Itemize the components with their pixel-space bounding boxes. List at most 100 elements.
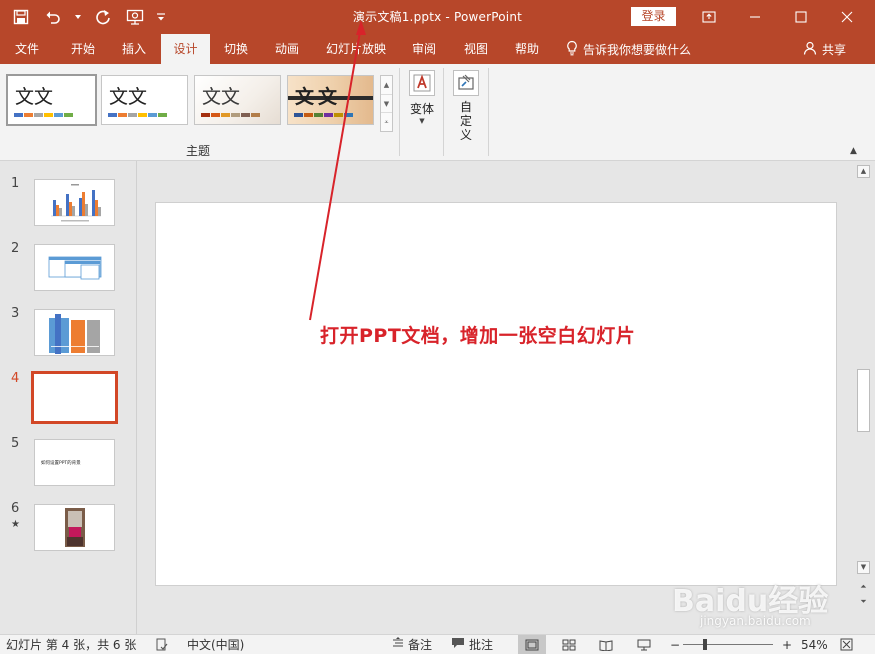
thumbnail-title-text: 如何设置PPT的背景 (41, 461, 81, 466)
themes-group-label: 主题 (186, 144, 211, 158)
close-icon[interactable] (824, 0, 870, 34)
slide-number: 1 (11, 176, 20, 191)
slide-number: 6 (11, 501, 20, 516)
theme-sample-text: 文文 (109, 86, 148, 108)
slide-number: 2 (11, 241, 20, 256)
theme-wood[interactable]: 文文 (287, 75, 374, 125)
tab-help[interactable]: 帮助 (504, 34, 550, 64)
scroll-up-icon[interactable]: ▲ (857, 165, 870, 178)
slide-thumbnail-6[interactable] (34, 504, 115, 551)
theme-facet[interactable]: 文文 (194, 75, 281, 125)
ribbon-display-options-icon[interactable] (686, 0, 732, 34)
customize-button[interactable]: 自定义 (448, 70, 484, 142)
zoom-slider-thumb[interactable] (703, 639, 707, 650)
comments-button[interactable]: 批注 (451, 635, 493, 654)
theme-office[interactable]: 文文 (6, 74, 97, 126)
ribbon-design: 文文 文文 文文 文文 ▲ ▼ ⩡ 主题 变体 ▼ 自定义 ▲ (0, 64, 875, 161)
current-slide-canvas[interactable] (155, 202, 837, 586)
slide-thumbnail-pane: 1 2 3 4 5 如何设置PPT的背景 6 ★ (0, 161, 137, 634)
tell-me-text: 告诉我你想要做什么 (583, 42, 692, 57)
comments-label: 批注 (469, 638, 494, 652)
themes-gallery-scroll[interactable]: ▲ ▼ ⩡ (380, 75, 393, 132)
title-bar: 演示文稿1.pptx - PowerPoint 登录 (0, 0, 875, 34)
zoom-slider[interactable] (683, 644, 773, 645)
tab-transitions[interactable]: 切换 (213, 34, 259, 64)
diagram-thumbnail-graphic (48, 256, 102, 280)
ribbon-tabs: 文件 开始 插入 设计 切换 动画 幻灯片放映 审阅 视图 帮助 告诉我你想要做… (0, 34, 875, 64)
theme-color-bars (294, 113, 353, 117)
status-bar: 幻灯片 第 4 张，共 6 张 中文(中国) 备注 批注 − + 54% (0, 634, 875, 654)
ribbon-separator (488, 68, 489, 156)
theme-sample-text: 文文 (202, 86, 241, 108)
next-slide-icon[interactable]: ⏷ (857, 596, 870, 609)
tab-insert[interactable]: 插入 (109, 34, 159, 64)
tab-view[interactable]: 视图 (453, 34, 499, 64)
slide-thumbnail-4-selected[interactable] (31, 371, 118, 424)
previous-slide-icon[interactable]: ⏶ (857, 581, 870, 594)
slide-number: 5 (11, 436, 20, 451)
notes-label: 备注 (408, 638, 433, 652)
theme-sample-text: 文文 (15, 86, 54, 108)
share-label: 共享 (822, 42, 847, 57)
lightbulb-icon (566, 40, 578, 59)
customize-label: 自定义 (459, 100, 472, 142)
animation-marker-icon: ★ (11, 519, 20, 530)
variants-button[interactable]: 变体 ▼ (404, 70, 440, 125)
share-button[interactable]: 共享 (803, 34, 846, 64)
vertical-scrollbar[interactable]: ▲ ▼ ⏶ ⏷ (855, 161, 872, 634)
chevron-down-icon: ▼ (419, 117, 425, 125)
slide-thumbnail-3[interactable] (34, 309, 115, 356)
theme-color-bars (108, 113, 167, 117)
photo-thumbnail-graphic (65, 508, 85, 547)
person-icon (803, 41, 817, 58)
slide-counter: 幻灯片 第 4 张，共 6 张 (6, 638, 137, 652)
theme-office-2[interactable]: 文文 (101, 75, 188, 125)
zoom-out-icon[interactable]: − (670, 635, 680, 654)
annotation-text: 打开PPT文档，增加一张空白幻灯片 (320, 325, 636, 347)
gallery-up-icon[interactable]: ▲ (381, 76, 392, 95)
spell-check-icon[interactable] (155, 635, 169, 654)
slide-thumbnail-5[interactable]: 如何设置PPT的背景 (34, 439, 115, 486)
tab-animations[interactable]: 动画 (263, 34, 311, 64)
slide-number: 3 (11, 306, 20, 321)
themes-gallery: 文文 文文 文文 文文 ▲ ▼ ⩡ (3, 68, 395, 132)
tab-home[interactable]: 开始 (57, 34, 109, 64)
theme-color-bars (201, 113, 260, 117)
slide-thumbnail-2[interactable] (34, 244, 115, 291)
chart-thumbnail-graphic (51, 184, 101, 222)
ribbon-separator (443, 68, 444, 156)
zoom-level[interactable]: 54% (801, 635, 828, 654)
ribbon-separator (399, 68, 400, 156)
comment-icon (451, 635, 465, 654)
baidu-watermark-url: jingyan.baidu.com (700, 614, 811, 628)
scroll-down-icon[interactable]: ▼ (857, 561, 870, 574)
gallery-more-icon[interactable]: ⩡ (381, 113, 392, 131)
tab-file[interactable]: 文件 (0, 34, 54, 64)
slide-thumbnail-1[interactable] (34, 179, 115, 226)
gallery-down-icon[interactable]: ▼ (381, 95, 392, 114)
theme-color-bars (14, 113, 73, 117)
fit-to-window-icon[interactable] (840, 635, 853, 654)
columns-thumbnail-graphic (49, 314, 100, 354)
scrollbar-thumb[interactable] (857, 369, 870, 432)
reading-view-icon[interactable] (592, 635, 620, 654)
notes-icon (392, 635, 404, 654)
minimize-icon[interactable] (732, 0, 778, 34)
slide-sorter-view-icon[interactable] (555, 635, 583, 654)
zoom-in-icon[interactable]: + (782, 635, 792, 654)
maximize-icon[interactable] (778, 0, 824, 34)
notes-button[interactable]: 备注 (392, 635, 432, 654)
slide-editing-area (138, 161, 855, 634)
normal-view-icon[interactable] (518, 635, 546, 654)
tab-design[interactable]: 设计 (161, 34, 210, 64)
tab-review[interactable]: 审阅 (401, 34, 447, 64)
collapse-ribbon-icon[interactable]: ▲ (850, 146, 857, 156)
variants-icon (409, 70, 435, 96)
language-indicator[interactable]: 中文(中国) (187, 635, 244, 654)
tell-me-search[interactable]: 告诉我你想要做什么 (566, 34, 691, 64)
slide-number-current: 4 (11, 371, 20, 386)
tab-slide-show[interactable]: 幻灯片放映 (318, 34, 394, 64)
variants-label: 变体 (409, 102, 434, 116)
login-button[interactable]: 登录 (631, 7, 676, 26)
slide-show-view-icon[interactable] (630, 635, 658, 654)
